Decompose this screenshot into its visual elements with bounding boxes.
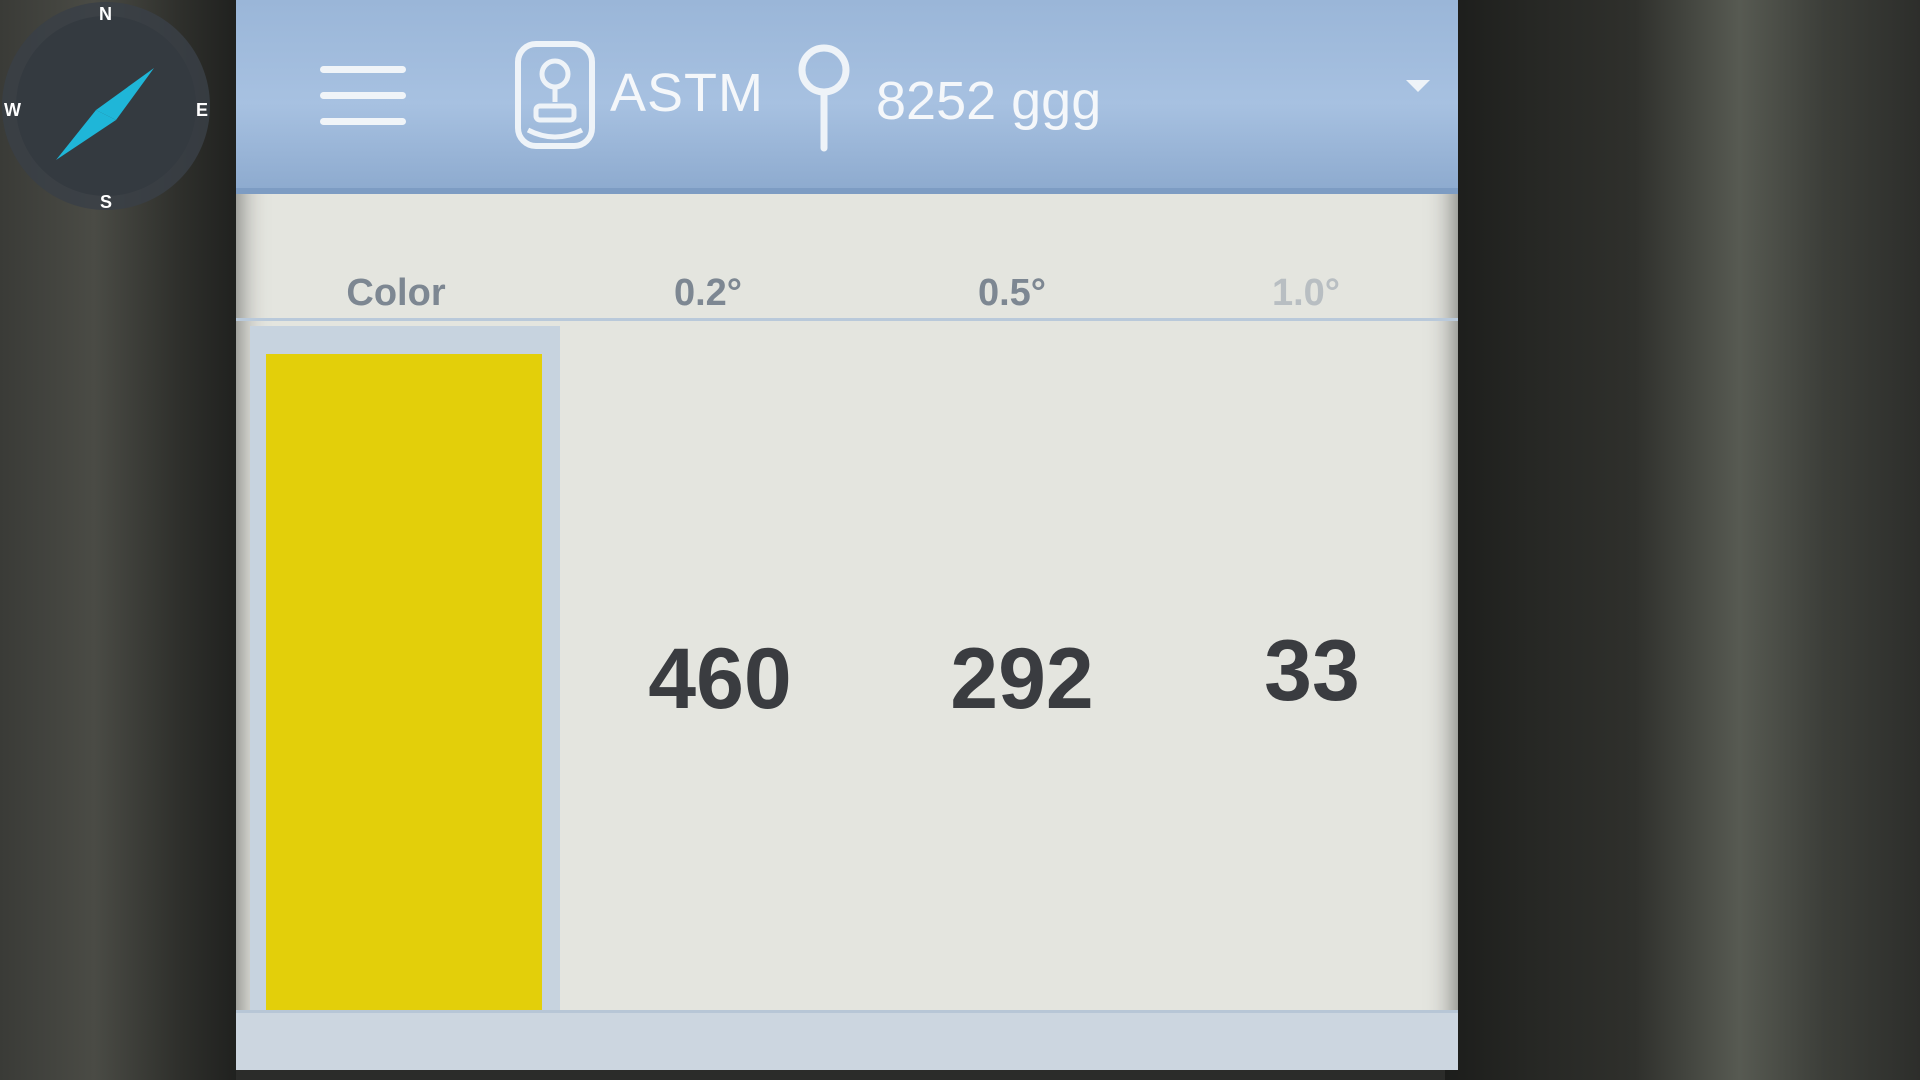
compass-north: N xyxy=(99,4,112,24)
value-0-2: 460 xyxy=(648,631,792,727)
value-1-0: 33 xyxy=(1264,623,1360,719)
sample-name-label: 8252 ggg xyxy=(876,71,1102,131)
measurement-mode-label: ASTM xyxy=(610,63,765,123)
compass-widget: N S E W xyxy=(2,2,210,212)
header-divider xyxy=(236,318,1458,321)
column-header-0-5: 0.5° xyxy=(977,272,1047,314)
column-header-0-2: 0.2° xyxy=(673,272,743,314)
bottom-bar xyxy=(236,1010,1458,1070)
value-0-5: 292 xyxy=(950,631,1094,727)
column-header-1-0: 1.0° xyxy=(1271,272,1341,314)
location-pin-icon xyxy=(798,44,850,152)
device-bezel-right xyxy=(1445,0,1920,1080)
color-swatch xyxy=(266,354,542,1030)
compass-needle-icon xyxy=(56,68,154,160)
compass-west: W xyxy=(4,100,21,120)
device-screen: ASTM 8252 ggg Color 0.2° 0.5° 1.0° 460 2… xyxy=(236,0,1458,1070)
compass-south: S xyxy=(100,192,113,212)
compass-east: E xyxy=(196,100,209,120)
column-header-color: Color xyxy=(346,272,446,314)
hamburger-menu-button[interactable] xyxy=(320,66,406,126)
app-header: ASTM 8252 ggg xyxy=(236,0,1458,194)
instrument-icon xyxy=(515,41,595,149)
dropdown-arrow-icon[interactable] xyxy=(1406,80,1430,92)
